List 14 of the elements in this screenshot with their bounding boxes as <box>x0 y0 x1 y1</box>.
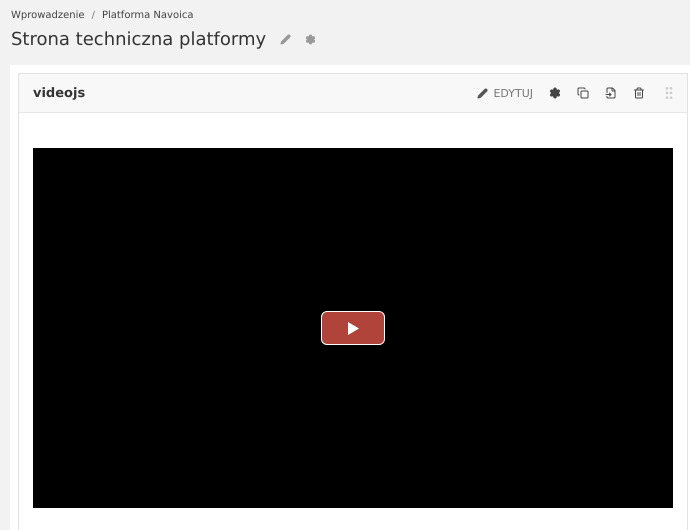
edit-button[interactable]: EDYTUJ <box>477 86 533 100</box>
file-import-icon[interactable] <box>605 87 617 99</box>
pencil-icon <box>477 88 488 98</box>
breadcrumb-link[interactable]: Wprowadzenie <box>11 10 85 21</box>
pencil-icon[interactable] <box>280 34 292 45</box>
settings-icon[interactable] <box>549 87 561 99</box>
block-title: videojs <box>33 86 86 100</box>
page-title: Strona techniczna platformy <box>11 29 266 50</box>
breadcrumb-separator: / <box>92 10 95 21</box>
play-button[interactable] <box>321 311 385 345</box>
play-icon <box>347 322 359 334</box>
copy-icon[interactable] <box>577 87 589 99</box>
breadcrumb-link[interactable]: Platforma Navoica <box>102 10 194 21</box>
trash-icon[interactable] <box>633 87 645 99</box>
